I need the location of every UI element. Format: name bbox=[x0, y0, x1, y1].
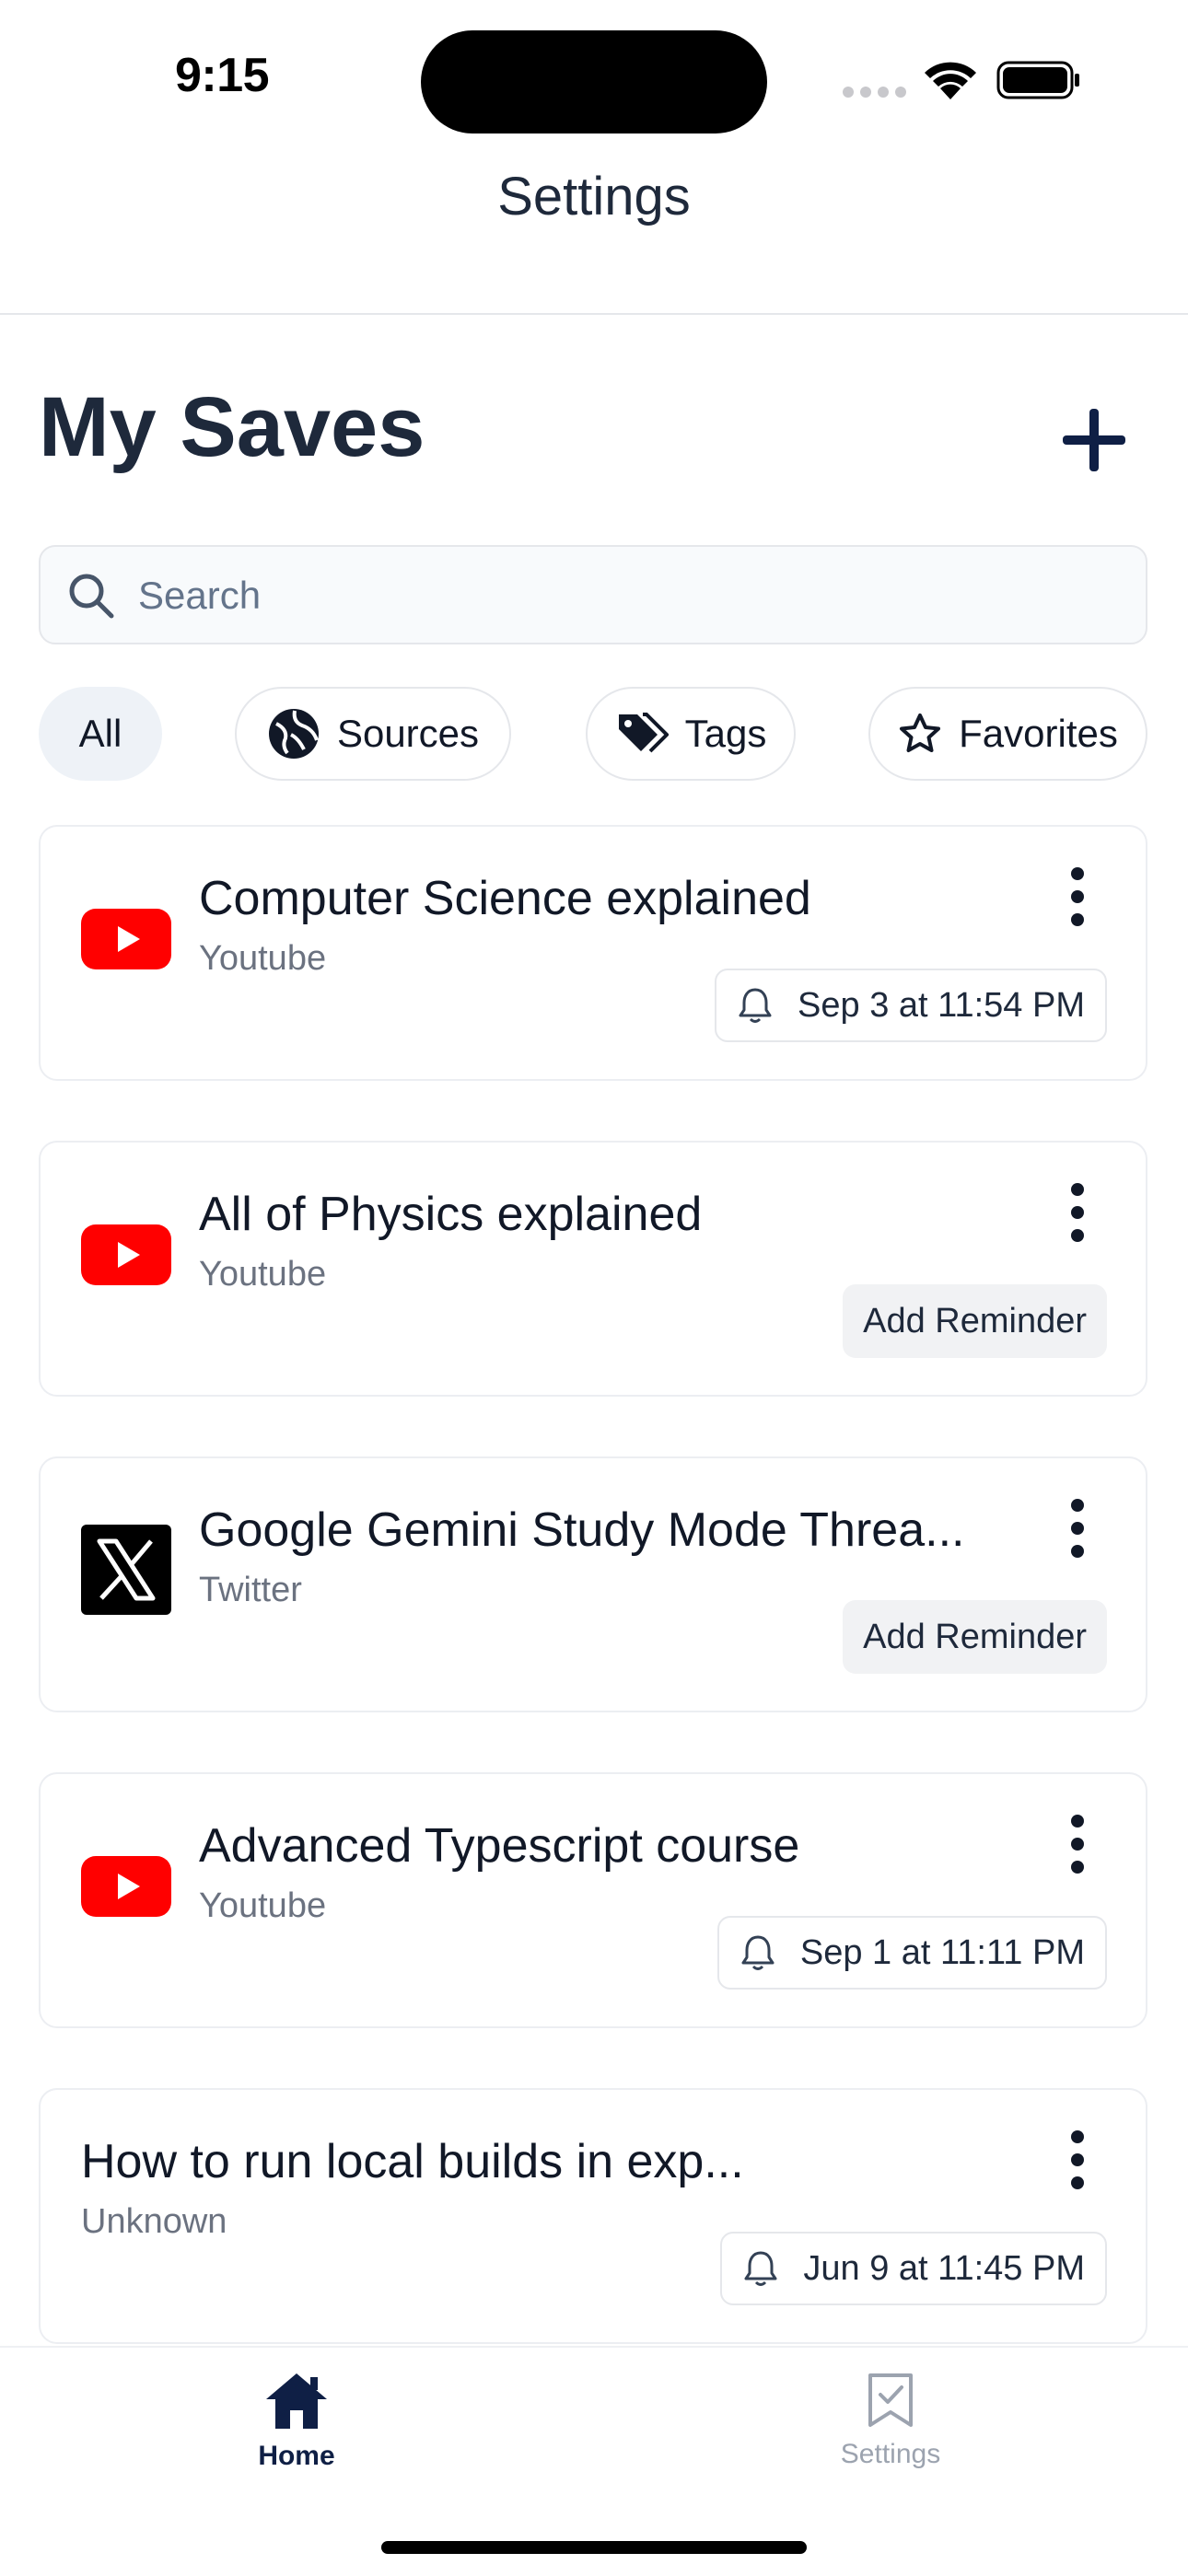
status-bar: 9:15 bbox=[0, 0, 1188, 157]
reminder-text: Add Reminder bbox=[863, 1617, 1087, 1656]
filter-chip-label: All bbox=[78, 712, 122, 755]
bell-icon bbox=[739, 988, 772, 1023]
bell-icon bbox=[744, 2251, 777, 2286]
status-time: 9:15 bbox=[175, 49, 270, 102]
reminder-badge[interactable]: Sep 3 at 11:54 PM bbox=[715, 969, 1107, 1042]
more-options-icon[interactable] bbox=[1066, 2130, 1089, 2204]
add-reminder-button[interactable]: Add Reminder bbox=[843, 1600, 1107, 1674]
filter-chip-favorites[interactable]: Favorites bbox=[868, 687, 1147, 781]
page-title: My Saves bbox=[39, 380, 425, 474]
add-reminder-button[interactable]: Add Reminder bbox=[843, 1284, 1107, 1358]
save-source: Unknown bbox=[81, 2202, 227, 2241]
youtube-icon bbox=[81, 1224, 171, 1285]
tab-home-label: Home bbox=[258, 2441, 335, 2471]
save-source: Twitter bbox=[199, 1571, 302, 1609]
reminder-text: Add Reminder bbox=[863, 1301, 1087, 1340]
search-bar[interactable] bbox=[39, 545, 1147, 644]
filter-chip-tags[interactable]: Tags bbox=[586, 687, 796, 781]
add-save-button[interactable] bbox=[1050, 396, 1138, 484]
filter-chip-label: Sources bbox=[336, 712, 480, 755]
save-card[interactable]: All of Physics explained Youtube Add Rem… bbox=[39, 1141, 1147, 1397]
youtube-icon bbox=[81, 909, 171, 969]
bookmark-check-icon bbox=[868, 2373, 913, 2427]
wifi-icon bbox=[925, 62, 976, 99]
filter-chip-label: Favorites bbox=[959, 712, 1118, 755]
save-title: Computer Science explained bbox=[199, 872, 811, 925]
cellular-signal-icon bbox=[843, 87, 907, 99]
save-card[interactable]: How to run local builds in exp... Unknow… bbox=[39, 2088, 1147, 2344]
reminder-badge[interactable]: Sep 1 at 11:11 PM bbox=[716, 1916, 1107, 1990]
header-title: Settings bbox=[497, 167, 691, 226]
more-options-icon[interactable] bbox=[1066, 1815, 1089, 1888]
save-title: All of Physics explained bbox=[199, 1188, 703, 1241]
filter-chip-sources[interactable]: Sources bbox=[235, 687, 511, 781]
globe-icon bbox=[268, 709, 319, 759]
plus-icon bbox=[1063, 409, 1125, 471]
reminder-text: Sep 1 at 11:11 PM bbox=[799, 1932, 1085, 1972]
search-icon bbox=[69, 574, 114, 619]
tab-settings[interactable]: Settings bbox=[752, 2372, 1029, 2470]
search-input[interactable] bbox=[136, 565, 1116, 626]
header-divider bbox=[0, 313, 1188, 315]
save-title: Advanced Typescript course bbox=[199, 1819, 800, 1873]
tags-icon bbox=[618, 713, 669, 753]
filter-chip-all[interactable]: All bbox=[39, 687, 162, 781]
bell-icon bbox=[741, 1935, 775, 1970]
reminder-badge[interactable]: Jun 9 at 11:45 PM bbox=[720, 2232, 1107, 2305]
save-title: How to run local builds in exp... bbox=[81, 2135, 744, 2188]
save-card[interactable]: Google Gemini Study Mode Threa... Twitte… bbox=[39, 1456, 1147, 1712]
save-title: Google Gemini Study Mode Threa... bbox=[199, 1503, 965, 1557]
tab-settings-label: Settings bbox=[840, 2439, 941, 2469]
x-logo-icon bbox=[81, 1525, 171, 1615]
save-source: Youtube bbox=[199, 1255, 327, 1294]
reminder-text: Sep 3 at 11:54 PM bbox=[798, 985, 1085, 1025]
battery-icon bbox=[996, 61, 1079, 99]
save-card[interactable]: Advanced Typescript course Youtube Sep 1… bbox=[39, 1772, 1147, 2028]
more-options-icon[interactable] bbox=[1066, 1499, 1089, 1572]
home-icon bbox=[266, 2373, 327, 2429]
youtube-icon bbox=[81, 1856, 171, 1917]
dynamic-island bbox=[421, 30, 767, 133]
more-options-icon[interactable] bbox=[1066, 1183, 1089, 1257]
home-indicator bbox=[381, 2541, 807, 2554]
more-options-icon[interactable] bbox=[1066, 867, 1089, 941]
star-icon bbox=[900, 714, 941, 752]
save-card[interactable]: Computer Science explained Youtube Sep 3… bbox=[39, 825, 1147, 1081]
save-source: Youtube bbox=[199, 939, 327, 978]
reminder-text: Jun 9 at 11:45 PM bbox=[803, 2248, 1085, 2288]
tab-home[interactable]: Home bbox=[158, 2372, 435, 2472]
filter-chip-label: Tags bbox=[684, 712, 767, 755]
save-source: Youtube bbox=[199, 1886, 327, 1925]
